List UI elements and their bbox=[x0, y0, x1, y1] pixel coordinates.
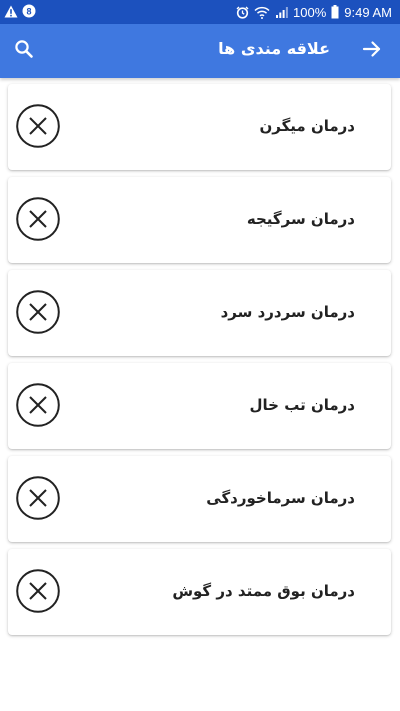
status-right-icons: 100% 9:49 AM bbox=[236, 3, 392, 21]
favorite-card[interactable]: درمان تب خال bbox=[8, 363, 391, 449]
search-button[interactable] bbox=[10, 37, 38, 65]
favorite-card[interactable]: درمان سرماخوردگی bbox=[8, 456, 391, 542]
search-icon bbox=[14, 39, 34, 63]
signal-icon bbox=[275, 6, 288, 19]
remove-favorite-button[interactable] bbox=[16, 383, 60, 427]
favorite-title: درمان سرماخوردگی bbox=[206, 489, 355, 507]
favorite-title: درمان سردرد سرد bbox=[220, 303, 355, 321]
remove-favorite-button[interactable] bbox=[16, 476, 60, 520]
close-circle-icon bbox=[16, 476, 60, 520]
favorite-title: درمان تب خال bbox=[249, 396, 355, 414]
back-button[interactable] bbox=[358, 37, 386, 65]
favorite-title: درمان بوق ممتد در گوش bbox=[172, 582, 355, 600]
remove-favorite-button[interactable] bbox=[16, 569, 60, 613]
app-bar: علاقه مندی ها bbox=[0, 24, 400, 78]
favorite-card[interactable]: درمان میگرن bbox=[8, 84, 391, 170]
favorite-title: درمان میگرن bbox=[259, 117, 355, 135]
remove-favorite-button[interactable] bbox=[16, 104, 60, 148]
favorite-title: درمان سرگیجه bbox=[246, 210, 355, 228]
battery-icon bbox=[331, 5, 339, 19]
warning-icon bbox=[4, 5, 18, 21]
status-bar: 8 100% 9:49 AM bbox=[0, 0, 400, 24]
wifi-icon bbox=[254, 6, 270, 19]
favorite-card[interactable]: درمان سرگیجه bbox=[8, 177, 391, 263]
close-circle-icon bbox=[16, 197, 60, 241]
close-circle-icon bbox=[16, 104, 60, 148]
close-circle-icon bbox=[16, 383, 60, 427]
close-circle-icon bbox=[16, 290, 60, 334]
page-title: علاقه مندی ها bbox=[218, 39, 330, 58]
remove-favorite-button[interactable] bbox=[16, 197, 60, 241]
remove-favorite-button[interactable] bbox=[16, 290, 60, 334]
svg-text:8: 8 bbox=[26, 7, 31, 17]
notification-icon: 8 bbox=[22, 4, 36, 21]
favorite-card[interactable]: درمان سردرد سرد bbox=[8, 270, 391, 356]
status-left-icons: 8 bbox=[4, 4, 36, 21]
arrow-forward-icon bbox=[362, 39, 382, 63]
favorites-list: درمان میگرن درمان سرگیجه درمان سردرد سرد… bbox=[8, 84, 392, 642]
favorite-card[interactable]: درمان بوق ممتد در گوش bbox=[8, 549, 391, 635]
close-circle-icon bbox=[16, 569, 60, 613]
battery-percent: 100% bbox=[293, 4, 327, 20]
clock: 9:49 AM bbox=[344, 4, 392, 20]
alarm-icon bbox=[236, 6, 249, 19]
